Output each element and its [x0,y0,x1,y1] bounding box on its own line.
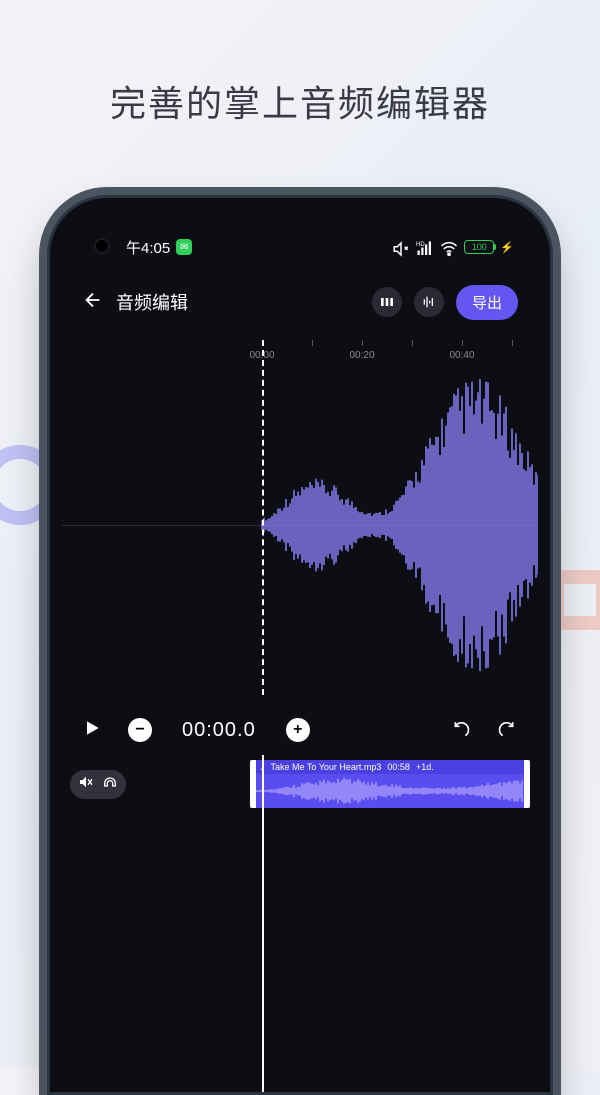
decorative-square [550,570,600,630]
play-button[interactable] [82,718,102,743]
export-button[interactable]: 导出 [456,285,518,320]
mute-button[interactable] [78,774,94,795]
battery-icon: 100 [464,240,494,254]
zoom-out-button[interactable]: − [128,718,152,742]
ruler-label: 00:40 [449,350,474,361]
mute-icon [392,240,410,254]
layout-icon-button[interactable] [372,287,402,317]
waveform-display[interactable] [62,365,538,685]
marketing-heading: 完善的掌上音频编辑器 [0,0,600,127]
waveform-svg [62,365,538,685]
track-row: ♪ Take Me To Your Heart.mp3 00:58 +1d. [62,755,538,813]
clip-extra: +1d. [416,762,434,772]
mute-solo-toggle [70,770,126,799]
screen-title: 音频编辑 [116,289,188,315]
playhead-track[interactable] [262,755,264,1092]
playhead[interactable] [262,340,264,695]
phone-screen: 午4:05 ✉ HD 100 ⚡ 音频编辑 [62,210,538,1092]
status-indicator-icon: ✉ [176,239,192,255]
time-ruler[interactable]: 00:00 00:20 00:40 [62,340,538,362]
status-bar: 午4:05 ✉ HD 100 ⚡ [62,234,538,260]
svg-text:HD: HD [416,242,425,248]
clip-waveform [256,774,524,808]
redo-button[interactable] [494,718,518,743]
status-time: 午4:05 [126,237,170,258]
transport-bar: − 00:00.0 + [62,705,538,755]
clip-duration: 00:58 [387,762,410,772]
app-header: 音频编辑 导出 [62,272,538,332]
clip-label: ♪ Take Me To Your Heart.mp3 00:58 +1d. [256,760,524,774]
clip-filename: Take Me To Your Heart.mp3 [271,762,382,772]
back-button[interactable] [82,289,104,316]
undo-button[interactable] [450,718,474,743]
charging-icon: ⚡ [500,241,514,254]
phone-frame: 午4:05 ✉ HD 100 ⚡ 音频编辑 [47,195,553,1095]
wifi-icon [440,240,458,254]
signal-icon: HD [416,240,434,254]
ruler-label: 00:20 [349,350,374,361]
solo-button[interactable] [102,774,118,795]
zoom-in-button[interactable]: + [286,718,310,742]
time-display: 00:00.0 [182,719,256,742]
waveform-icon-button[interactable] [414,287,444,317]
audio-clip[interactable]: ♪ Take Me To Your Heart.mp3 00:58 +1d. [250,760,530,808]
